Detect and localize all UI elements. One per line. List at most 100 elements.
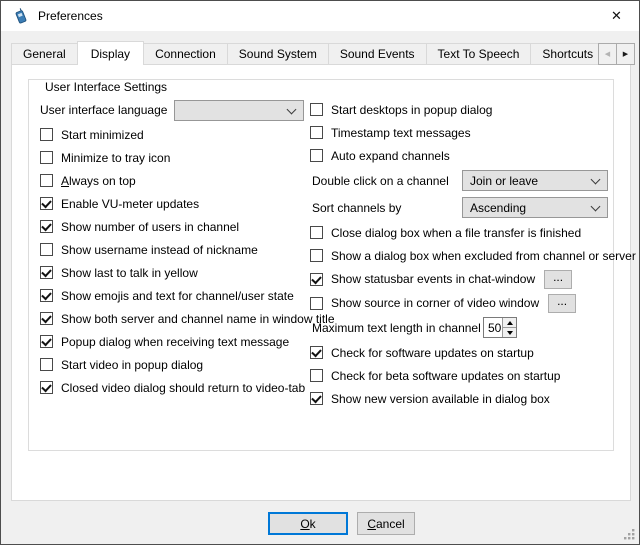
titlebar: Preferences ✕ (1, 1, 639, 31)
checkbox-checked[interactable] (40, 266, 53, 279)
checkbox-row[interactable]: Check for beta software updates on start… (310, 364, 626, 387)
tab-connection[interactable]: Connection (143, 43, 228, 65)
max-text-value: 50 (484, 318, 502, 337)
checkbox-row[interactable]: Close dialog box when a file transfer is… (310, 221, 626, 244)
checkbox-checked[interactable] (40, 197, 53, 210)
checkbox-checked[interactable] (310, 273, 323, 286)
display-tab-page: User Interface Settings User interface l… (11, 64, 631, 501)
checkbox-label: Start minimized (61, 128, 144, 142)
checkbox-row[interactable]: Show source in corner of video window... (310, 291, 626, 315)
checkbox-unchecked[interactable] (310, 249, 323, 262)
max-text-spinbox[interactable]: 50 (483, 317, 517, 338)
ellipsis-button[interactable]: ... (544, 270, 572, 289)
checkbox-checked[interactable] (40, 289, 53, 302)
max-text-label: Maximum text length in channel list (310, 321, 499, 335)
checkbox-label: Show both server and channel name in win… (61, 312, 335, 326)
close-button[interactable]: ✕ (594, 1, 639, 31)
checkbox-unchecked[interactable] (310, 226, 323, 239)
ok-label: Ok (300, 517, 315, 531)
checkbox-row[interactable]: Start desktops in popup dialog (310, 98, 626, 121)
checkbox-label: Always on top (61, 174, 136, 188)
checkbox-label: Show new version available in dialog box (331, 392, 550, 406)
ellipsis-button[interactable]: ... (548, 294, 576, 313)
checkbox-row[interactable]: Show username instead of nickname (40, 238, 312, 261)
checkbox-unchecked[interactable] (40, 128, 53, 141)
tab-scroll-left-button[interactable]: ◀ (598, 43, 617, 65)
checkbox-unchecked[interactable] (40, 358, 53, 371)
checkbox-row[interactable]: Always on top (40, 169, 312, 192)
checkbox-row[interactable]: Show last to talk in yellow (40, 261, 312, 284)
checkbox-label: Show statusbar events in chat-window (331, 272, 535, 286)
cancel-button[interactable]: Cancel (357, 512, 415, 535)
tab-sound-system[interactable]: Sound System (227, 43, 329, 65)
checkbox-unchecked[interactable] (310, 297, 323, 310)
checkbox-label: Minimize to tray icon (61, 151, 170, 165)
checkbox-label: Show emojis and text for channel/user st… (61, 289, 294, 303)
tab-scroll-right-button[interactable]: ▶ (616, 43, 635, 65)
checkbox-row[interactable]: Closed video dialog should return to vid… (40, 376, 312, 399)
checkbox-row[interactable]: Minimize to tray icon (40, 146, 312, 169)
arrow-up-icon (507, 321, 513, 325)
tab-text-to-speech[interactable]: Text To Speech (426, 43, 532, 65)
double-click-select[interactable]: Join or leave (462, 170, 608, 191)
window-title: Preferences (38, 9, 103, 23)
spin-up-button[interactable] (503, 318, 516, 327)
checkbox-label: Show last to talk in yellow (61, 266, 198, 280)
checkbox-unchecked[interactable] (40, 243, 53, 256)
checkbox-label: Auto expand channels (331, 149, 450, 163)
checkbox-checked[interactable] (40, 335, 53, 348)
checkbox-row[interactable]: Enable VU-meter updates (40, 192, 312, 215)
right-column: Start desktops in popup dialogTimestamp … (310, 98, 626, 410)
checkbox-unchecked[interactable] (40, 174, 53, 187)
checkbox-row[interactable]: Show new version available in dialog box (310, 387, 626, 410)
right-checklist-mid: Close dialog box when a file transfer is… (310, 221, 626, 267)
checkbox-checked[interactable] (40, 381, 53, 394)
tab-sound-events[interactable]: Sound Events (328, 43, 427, 65)
tab-general[interactable]: General (11, 43, 78, 65)
checkbox-label: Show source in corner of video window (331, 296, 539, 310)
sort-channels-value: Ascending (470, 201, 526, 215)
checkbox-row[interactable]: Show statusbar events in chat-window... (310, 267, 626, 291)
checkbox-row[interactable]: Show number of users in channel (40, 215, 312, 238)
checkbox-checked[interactable] (40, 312, 53, 325)
checkbox-row[interactable]: Start video in popup dialog (40, 353, 312, 376)
ok-button[interactable]: Ok (268, 512, 348, 535)
sort-channels-select[interactable]: Ascending (462, 197, 608, 218)
max-text-row: Maximum text length in channel list 50 (310, 315, 626, 341)
left-checklist: Start minimized Minimize to tray icon Alwa… (40, 123, 312, 399)
right-checklist-more: Show statusbar events in chat-window...S… (310, 267, 626, 315)
chevron-down-icon (287, 106, 296, 115)
tab-display[interactable]: Display (77, 41, 144, 65)
checkbox-unchecked[interactable] (40, 151, 53, 164)
preferences-dialog: Preferences ✕ GeneralDisplayConnectionSo… (0, 0, 640, 545)
checkbox-row[interactable]: Popup dialog when receiving text message (40, 330, 312, 353)
resize-grip[interactable] (623, 528, 636, 541)
checkbox-label: Closed video dialog should return to vid… (61, 381, 305, 395)
checkbox-unchecked[interactable] (310, 126, 323, 139)
checkbox-checked[interactable] (310, 346, 323, 359)
group-title: User Interface Settings (41, 80, 171, 94)
checkbox-checked[interactable] (310, 392, 323, 405)
checkbox-row[interactable]: Show a dialog box when excluded from cha… (310, 244, 626, 267)
checkbox-unchecked[interactable] (310, 149, 323, 162)
language-select[interactable] (174, 100, 304, 121)
spin-buttons (502, 318, 516, 337)
language-label: User interface language (40, 103, 167, 117)
checkbox-row[interactable]: Check for software updates on startup (310, 341, 626, 364)
checkbox-row[interactable]: Show both server and channel name in win… (40, 307, 312, 330)
tab-bar: GeneralDisplayConnectionSound SystemSoun… (11, 41, 599, 65)
arrow-down-icon (507, 331, 513, 335)
checkbox-row[interactable]: Show emojis and text for channel/user st… (40, 284, 312, 307)
checkbox-label: Popup dialog when receiving text message (61, 335, 289, 349)
checkbox-unchecked[interactable] (310, 369, 323, 382)
checkbox-row[interactable]: Start minimized (40, 123, 312, 146)
checkbox-row[interactable]: Auto expand channels (310, 144, 626, 167)
spin-down-button[interactable] (503, 327, 516, 337)
chevron-down-icon (591, 203, 600, 212)
app-icon (12, 8, 29, 25)
checkbox-label: Start video in popup dialog (61, 358, 203, 372)
checkbox-unchecked[interactable] (310, 103, 323, 116)
tab-shortcuts[interactable]: Shortcuts (530, 43, 599, 65)
checkbox-checked[interactable] (40, 220, 53, 233)
checkbox-row[interactable]: Timestamp text messages (310, 121, 626, 144)
